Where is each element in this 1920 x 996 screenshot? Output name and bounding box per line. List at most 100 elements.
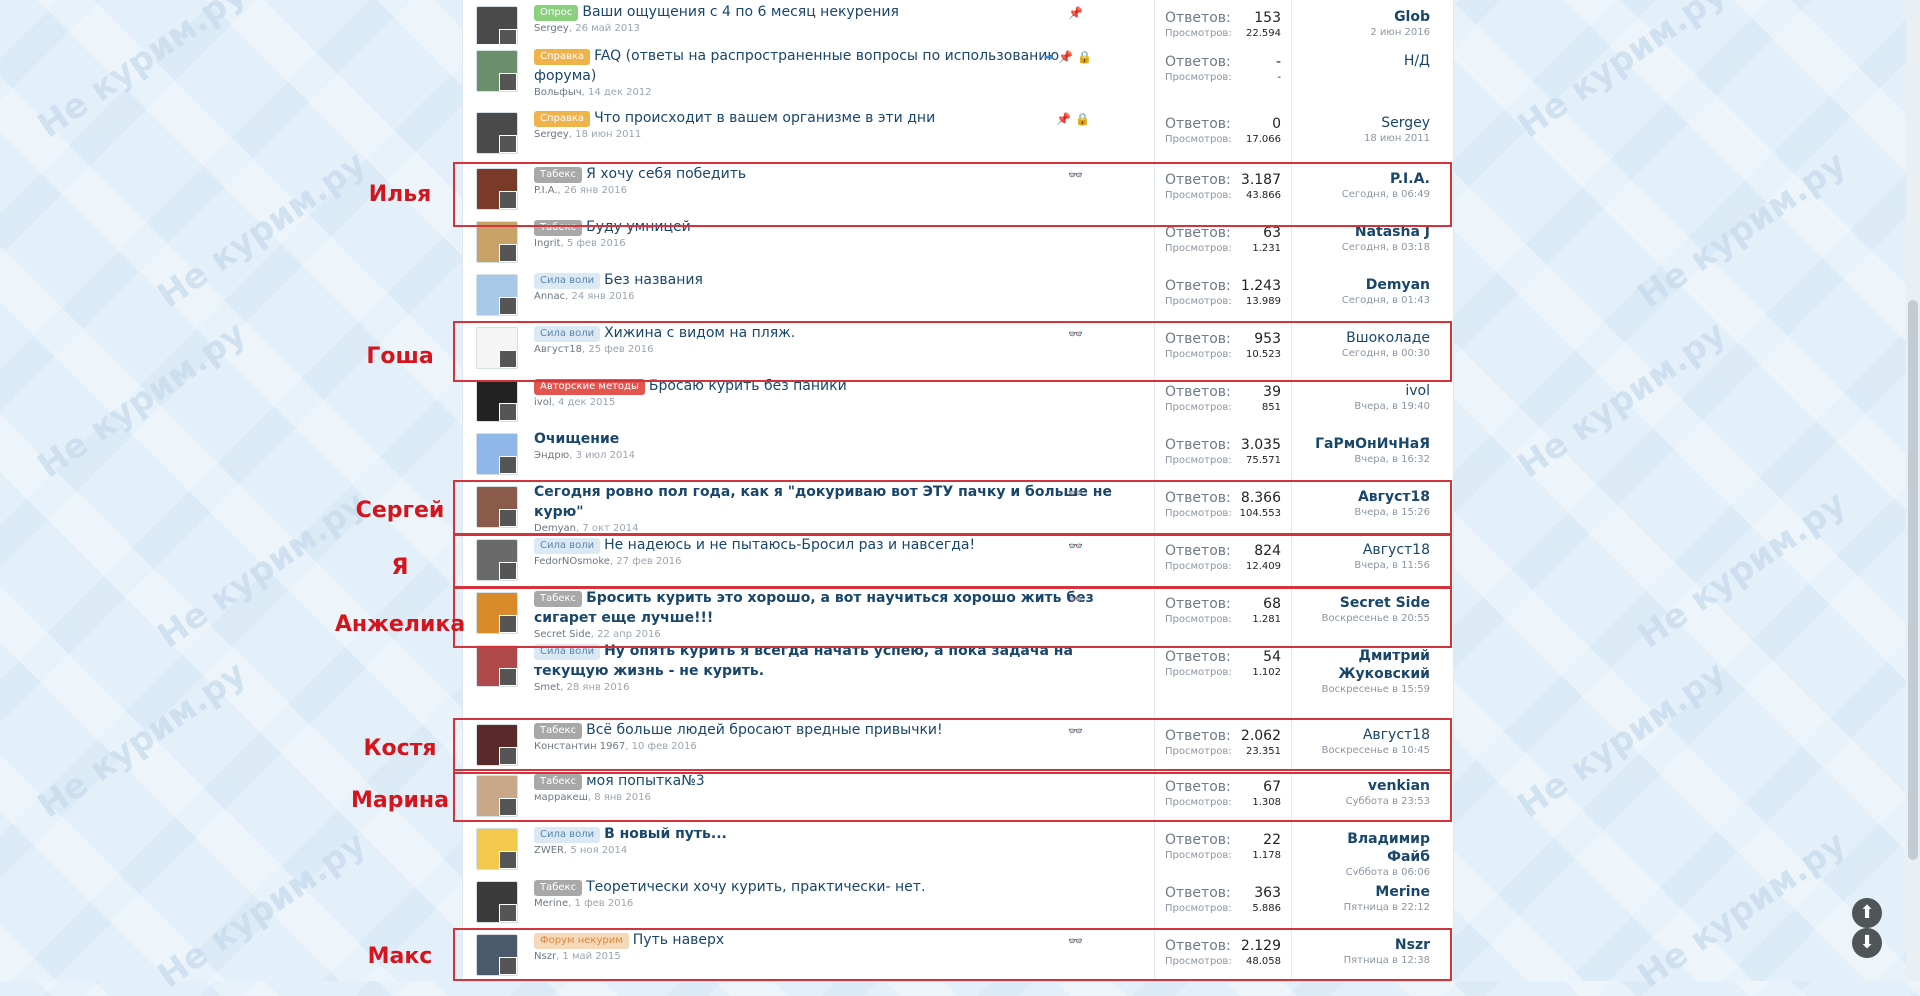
thread-prefix-badge[interactable]: Табекс bbox=[534, 880, 583, 896]
thread-title-link[interactable]: В новый путь... bbox=[604, 826, 727, 842]
thread-start-date[interactable]: 14 дек 2012 bbox=[588, 87, 652, 98]
last-poster-link[interactable]: Август18 bbox=[1302, 541, 1430, 559]
thread-prefix-badge[interactable]: Форум некурим bbox=[534, 933, 629, 949]
last-poster-mini-avatar[interactable] bbox=[499, 191, 517, 209]
last-post-date[interactable]: Воскресенье в 15:59 bbox=[1302, 683, 1430, 697]
thread-title-link[interactable]: FAQ (ответы на распространенные вопросы … bbox=[534, 48, 1059, 84]
last-poster-mini-avatar[interactable] bbox=[499, 350, 517, 368]
avatar[interactable] bbox=[476, 433, 518, 475]
last-poster-mini-avatar[interactable] bbox=[499, 904, 517, 922]
thread-row[interactable]: Сила воли Ну опять курить я всегда начать… bbox=[472, 639, 1450, 719]
avatar[interactable] bbox=[476, 112, 518, 154]
thread-row[interactable]: Сегодня ровно пол года, как я "докуриваю… bbox=[472, 480, 1450, 534]
thread-title-link[interactable]: Хижина с видом на пляж. bbox=[604, 325, 795, 341]
last-poster-mini-avatar[interactable] bbox=[499, 135, 517, 153]
thread-title-link[interactable]: Без названия bbox=[604, 272, 703, 288]
thread-prefix-badge[interactable]: Сила воли bbox=[534, 273, 601, 289]
thread-row[interactable]: Сила воли Хижина с видом на пляж. Август18… bbox=[472, 321, 1450, 375]
last-poster-mini-avatar[interactable] bbox=[499, 73, 517, 91]
thread-start-date[interactable]: 5 ноя 2014 bbox=[570, 845, 627, 856]
thread-author-link[interactable]: Sergey bbox=[534, 23, 569, 34]
last-post-date[interactable]: Воскресенье в 20:55 bbox=[1302, 612, 1430, 626]
thread-start-date[interactable]: 25 фев 2016 bbox=[588, 344, 653, 355]
last-post-date[interactable]: Суббота в 23:53 bbox=[1302, 795, 1430, 809]
thread-title-link[interactable]: Всё больше людей бросают вредные привычк… bbox=[586, 722, 943, 738]
last-poster-link[interactable]: Glob bbox=[1302, 8, 1430, 26]
thread-row[interactable]: Справка Что происходит в вашем организме … bbox=[472, 106, 1450, 163]
last-post-date[interactable]: Воскресенье в 10:45 bbox=[1302, 744, 1430, 758]
thread-prefix-badge[interactable]: Табекс bbox=[534, 591, 583, 607]
thread-title-link[interactable]: Бросить курить это хорошо, а вот научить… bbox=[534, 590, 1094, 626]
thread-row[interactable]: Авторские методы Бросаю курить без паники… bbox=[472, 374, 1450, 428]
thread-prefix-badge[interactable]: Табекс bbox=[534, 774, 583, 790]
thread-title-link[interactable]: Что происходит в вашем организме в эти д… bbox=[594, 110, 935, 126]
thread-start-date[interactable]: 10 фев 2016 bbox=[632, 741, 697, 752]
thread-author-link[interactable]: Annac bbox=[534, 291, 565, 302]
last-poster-link[interactable]: P.I.A. bbox=[1302, 170, 1430, 188]
thread-title-link[interactable]: Я хочу себя победить bbox=[586, 166, 746, 182]
avatar[interactable] bbox=[476, 881, 518, 923]
last-poster-link[interactable]: Владимир Файб bbox=[1302, 830, 1430, 866]
thread-row[interactable]: Табекс Всё больше людей бросают вредные п… bbox=[472, 718, 1450, 770]
last-post-date[interactable]: 2 июн 2016 bbox=[1302, 26, 1430, 40]
thread-row[interactable]: Сила воли В новый путь... ZWER, 5 ноя 2014… bbox=[472, 822, 1450, 878]
avatar[interactable] bbox=[476, 828, 518, 870]
last-post-date[interactable]: Вчера, в 11:56 bbox=[1302, 559, 1430, 573]
last-post-date[interactable]: 18 июн 2011 bbox=[1302, 132, 1430, 146]
thread-row[interactable]: Табекс Я хочу себя победить P.I.A., 26 янв… bbox=[472, 162, 1450, 216]
thread-title-link[interactable]: Путь наверх bbox=[633, 932, 724, 948]
thread-author-link[interactable]: Эндрю bbox=[534, 450, 569, 461]
thread-row[interactable]: Табекс Теоретически хочу курить, практиче… bbox=[472, 875, 1450, 929]
thread-start-date[interactable]: 18 июн 2011 bbox=[575, 129, 641, 140]
last-post-date[interactable]: Вчера, в 19:40 bbox=[1302, 400, 1430, 414]
thread-row[interactable]: Сила воли Не надеюсь и не пытаюсь-Бросил … bbox=[472, 533, 1450, 587]
thread-author-link[interactable]: ivol bbox=[534, 397, 552, 408]
thread-title-link[interactable]: Бросаю курить без паники bbox=[649, 378, 847, 394]
thread-title-link[interactable]: моя попытка№3 bbox=[586, 773, 705, 789]
last-poster-mini-avatar[interactable] bbox=[499, 509, 517, 527]
thread-title-link[interactable]: Не надеюсь и не пытаюсь-Бросил раз и нав… bbox=[604, 537, 975, 553]
last-poster-link[interactable]: Дмитрий Жуковский bbox=[1302, 647, 1430, 683]
thread-row[interactable]: Сила воли Без названия Annac, 24 янв 2016 О… bbox=[472, 268, 1450, 322]
last-post-date[interactable]: Сегодня, в 00:30 bbox=[1302, 347, 1430, 361]
scroll-up-button[interactable]: ⬆ bbox=[1852, 898, 1882, 928]
last-poster-link[interactable]: Август18 bbox=[1302, 726, 1430, 744]
last-poster-mini-avatar[interactable] bbox=[499, 244, 517, 262]
last-post-date[interactable]: Сегодня, в 01:43 bbox=[1302, 294, 1430, 308]
last-poster-link[interactable]: Н/Д bbox=[1302, 52, 1430, 70]
avatar[interactable] bbox=[476, 274, 518, 316]
avatar[interactable] bbox=[476, 6, 518, 48]
last-poster-mini-avatar[interactable] bbox=[499, 403, 517, 421]
last-poster-link[interactable]: Secret Side bbox=[1302, 594, 1430, 612]
last-post-date[interactable]: Пятница в 22:12 bbox=[1302, 901, 1430, 915]
thread-author-link[interactable]: Sergey bbox=[534, 129, 569, 140]
thread-row[interactable]: Форум некурим Путь наверх Nszr, 1 май 2015… bbox=[472, 928, 1450, 982]
last-poster-link[interactable]: ivol bbox=[1302, 382, 1430, 400]
last-poster-mini-avatar[interactable] bbox=[499, 456, 517, 474]
thread-author-link[interactable]: Nszr bbox=[534, 951, 556, 962]
thread-row[interactable]: Табекс Бросить курить это хорошо, а вот н… bbox=[472, 586, 1450, 640]
last-poster-mini-avatar[interactable] bbox=[499, 798, 517, 816]
last-post-date[interactable]: Пятница в 12:38 bbox=[1302, 954, 1430, 968]
last-poster-mini-avatar[interactable] bbox=[499, 957, 517, 975]
last-poster-mini-avatar[interactable] bbox=[499, 668, 517, 686]
last-poster-mini-avatar[interactable] bbox=[499, 747, 517, 765]
last-poster-link[interactable]: Natasha J bbox=[1302, 223, 1430, 241]
thread-start-date[interactable]: 5 фев 2016 bbox=[567, 238, 626, 249]
thread-prefix-badge[interactable]: Сила воли bbox=[534, 827, 601, 843]
thread-title-link[interactable]: Ну опять курить я всегда начать успею, а… bbox=[534, 643, 1073, 679]
avatar[interactable] bbox=[476, 221, 518, 263]
last-poster-link[interactable]: venkian bbox=[1302, 777, 1430, 795]
thread-author-link[interactable]: Merine bbox=[534, 898, 568, 909]
last-post-date[interactable]: Вчера, в 16:32 bbox=[1302, 453, 1430, 467]
last-poster-link[interactable]: Demyan bbox=[1302, 276, 1430, 294]
scroll-down-button[interactable]: ⬇ bbox=[1852, 928, 1882, 958]
last-poster-link[interactable]: Nszr bbox=[1302, 936, 1430, 954]
thread-author-link[interactable]: марракеш bbox=[534, 792, 588, 803]
thread-prefix-badge[interactable]: Опрос bbox=[534, 5, 579, 21]
last-poster-link[interactable]: Август18 bbox=[1302, 488, 1430, 506]
thread-start-date[interactable]: 28 янв 2016 bbox=[567, 682, 630, 693]
last-poster-mini-avatar[interactable] bbox=[499, 851, 517, 869]
thread-prefix-badge[interactable]: Авторские методы bbox=[534, 379, 645, 395]
thread-row[interactable]: Очищение Эндрю, 3 июл 2014 Ответов: 3.035 Пр… bbox=[472, 427, 1450, 481]
